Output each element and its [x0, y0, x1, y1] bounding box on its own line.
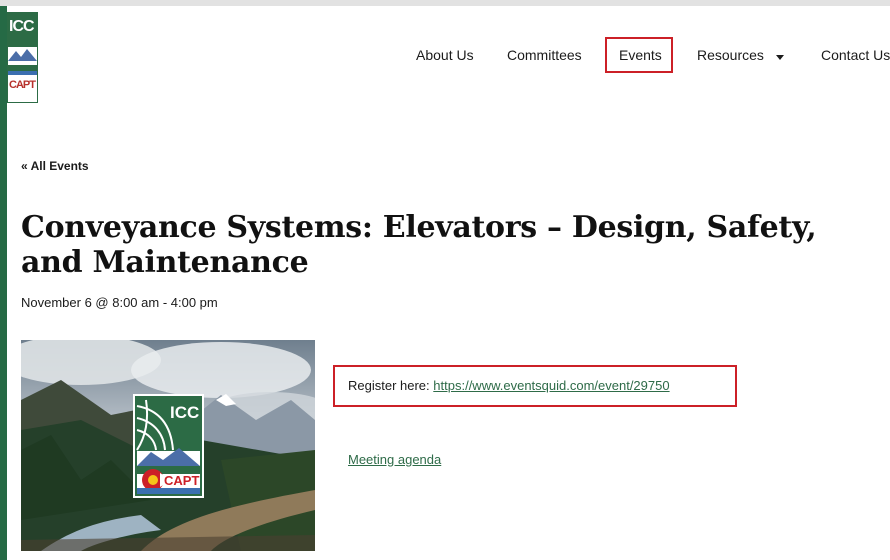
nav-about-us[interactable]: About Us — [416, 47, 474, 69]
logo-mountain-icon — [8, 47, 37, 79]
nav-resources[interactable]: Resources — [697, 47, 764, 69]
logo-text-bottom: CAPT — [9, 79, 36, 91]
meeting-agenda-link[interactable]: Meeting agenda — [348, 452, 441, 467]
site-logo[interactable]: ICC CAPT — [7, 12, 38, 103]
left-accent-bar — [0, 6, 7, 560]
register-line: Register here: https://www.eventsquid.co… — [348, 378, 670, 393]
nav-contact-us[interactable]: Contact Us — [821, 47, 890, 69]
register-link[interactable]: https://www.eventsquid.com/event/29750 — [433, 378, 669, 393]
logo-text-top: ICC — [9, 18, 35, 35]
icc-capt-logo: ICC CAPT — [133, 394, 204, 498]
top-strip — [0, 0, 890, 6]
svg-text:ICC: ICC — [170, 403, 199, 422]
all-events-link[interactable]: « All Events — [21, 159, 89, 173]
caret-down-icon[interactable] — [776, 55, 784, 60]
event-date: November 6 @ 8:00 am - 4:00 pm — [21, 295, 218, 310]
event-featured-image: ICC CAPT — [21, 340, 315, 551]
event-title: Conveyance Systems: Elevators – Design, … — [21, 210, 817, 280]
nav-events[interactable]: Events — [619, 47, 662, 69]
svg-text:CAPT: CAPT — [164, 473, 199, 488]
register-label: Register here: — [348, 378, 430, 393]
nav-committees[interactable]: Committees — [507, 47, 582, 69]
